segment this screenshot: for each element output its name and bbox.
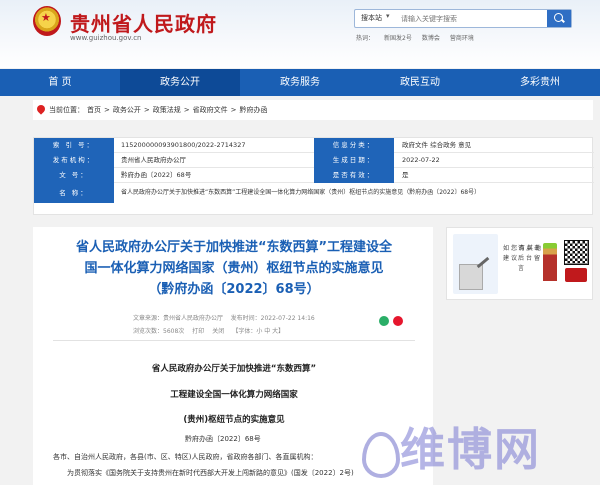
nav-item-gov-affairs[interactable]: 政务公开: [120, 69, 240, 96]
info-row: 发布机构： 贵州省人民政府办公厅 生成日期： 2022-07-22: [34, 153, 594, 168]
breadcrumb: 当前位置： 首页 > 政务公开 > 政策法规 > 省政府文件 > 黔府办函: [33, 100, 593, 120]
doc-number: 黔府办函〔2022〕68号: [185, 435, 261, 443]
category-value: 政府文件 综合政务 意见: [402, 141, 472, 149]
body-paragraph: 各市、自治州人民政府，各县(市、区、特区)人民政府，省政府各部门、各直属机构：: [53, 453, 318, 461]
hot-link[interactable]: 新国发2号: [384, 33, 412, 42]
article-meta-tools: 浏览次数：5608次 打印 关闭 【字体：小 中 大】: [133, 326, 284, 335]
article-title-line: 省人民政府办公厅关于加快推进“东数西算”工程建设全: [75, 240, 393, 255]
info-row: 索 引 号： 115200000093901800/2022-2714327 信…: [34, 138, 594, 153]
wechat-share-icon[interactable]: [379, 316, 389, 326]
info-row: 名 称： 省人民政府办公厅关于加快推进“东数西算”工程建设全国一体化算力网络国家…: [34, 183, 594, 203]
breadcrumb-separator: >: [183, 106, 190, 114]
body-title-line: 工程建设全国一体化算力网络国家: [170, 390, 298, 400]
body-title-line: 省人民政府办公厅关于加快推进“东数西算”: [151, 364, 317, 374]
breadcrumb-item-gov-affairs[interactable]: 政务公开: [113, 105, 141, 115]
docno-label: 文 号：: [34, 168, 114, 183]
hot-link[interactable]: 营商环境: [450, 33, 474, 42]
document-info-table: 索 引 号： 115200000093901800/2022-2714327 信…: [33, 137, 594, 215]
breadcrumb-separator: >: [143, 106, 150, 114]
location-pin-icon: [35, 103, 47, 115]
national-emblem-icon: [33, 6, 61, 36]
breadcrumb-label: 当前位置：: [49, 106, 84, 114]
nav-item-gov-services[interactable]: 政务服务: [240, 69, 360, 96]
name-value: 省人民政府办公厅关于加快推进“东数西算”工程建设全国一体化算力网络国家（贵州）枢…: [121, 189, 481, 196]
breadcrumb-separator: >: [104, 106, 110, 114]
site-title[interactable]: 贵州省人民政府: [70, 8, 217, 37]
category-label: 信息分类：: [314, 138, 394, 153]
info-row: 文 号： 黔府办函〔2022〕68号 是否有效： 是: [34, 168, 594, 183]
print-link[interactable]: 打印: [192, 326, 204, 335]
search-scope-select[interactable]: 搜本站: [361, 13, 382, 23]
article-title-line: 国一体化算力网络国家（贵州）枢纽节点的实施意见: [84, 261, 384, 276]
nav-item-home[interactable]: 首 页: [0, 69, 120, 96]
gov-logo-icon: [565, 268, 587, 282]
search-button[interactable]: [547, 10, 571, 27]
view-count: 浏览次数：5608次: [133, 328, 185, 335]
article-meta: 文章来源：贵州省人民政府办公厅 发布时间：2022-07-22 14:16: [133, 313, 315, 322]
body-paragraph: 为贯彻落实《国务院关于支持贵州在新时代西部大开发上闯新路的意见》(国发〔2022…: [67, 469, 354, 477]
hot-links-label: 热词：: [356, 35, 375, 42]
search-input[interactable]: [401, 12, 531, 26]
pavilion-illustration-icon: [543, 243, 557, 281]
date-label: 生成日期：: [314, 153, 394, 168]
feedback-text-right: 请点击后台留言: [518, 245, 543, 272]
feedback-illustration-icon: [453, 234, 498, 294]
divider: [53, 340, 415, 341]
qr-code-pattern: [564, 240, 589, 265]
chevron-down-icon[interactable]: ▾: [386, 12, 390, 20]
font-size-control[interactable]: 【字体：小 中 大】: [232, 326, 284, 335]
breadcrumb-item-qianfubanhan[interactable]: 黔府办函: [240, 105, 268, 115]
agency-label: 发布机构：: [34, 153, 114, 168]
article-publish-time: 发布时间：2022-07-22 14:16: [230, 315, 315, 322]
breadcrumb-item-policies[interactable]: 政策法规: [153, 105, 181, 115]
search-box: 搜本站 ▾: [354, 9, 572, 28]
breadcrumb-separator: >: [230, 106, 237, 114]
article-title: 省人民政府办公厅关于加快推进“东数西算”工程建设全 国一体化算力网络国家（贵州）…: [53, 237, 415, 300]
close-link[interactable]: 关闭: [212, 326, 224, 335]
weibo-share-icon[interactable]: [393, 316, 403, 326]
site-header: 贵州省人民政府 www.guizhou.gov.cn 搜本站 ▾ 热词： 新国发…: [0, 0, 600, 68]
article-title-line: （黔府办函〔2022〕68号）: [148, 282, 320, 297]
valid-value: 是: [402, 171, 409, 179]
hot-links: 热词： 新国发2号 数博会 营商环境: [356, 33, 474, 42]
main-nav: 首 页 政务公开 政务服务 政民互动 多彩贵州: [0, 69, 600, 96]
docno-value: 黔府办函〔2022〕68号: [121, 171, 192, 179]
site-url: www.guizhou.gov.cn: [70, 34, 142, 42]
nav-item-colorful-guizhou[interactable]: 多彩贵州: [480, 69, 600, 96]
feedback-banner[interactable]: 如您有其他建议 请点击后台留言: [446, 227, 593, 300]
article-source: 文章来源：贵州省人民政府办公厅: [133, 315, 224, 322]
date-value: 2022-07-22: [402, 156, 440, 164]
index-value: 115200000093901800/2022-2714327: [121, 141, 246, 149]
breadcrumb-item-provincial-docs[interactable]: 省政府文件: [193, 105, 228, 115]
watermark-logo-icon: [356, 428, 400, 478]
breadcrumb-item-home[interactable]: 首页: [87, 105, 101, 115]
index-label: 索 引 号：: [34, 138, 114, 153]
hot-link[interactable]: 数博会: [422, 33, 440, 42]
body-title-line: (贵州)枢纽节点的实施意见: [183, 415, 285, 425]
valid-label: 是否有效：: [314, 168, 394, 183]
name-label: 名 称：: [34, 183, 114, 203]
nav-item-interaction[interactable]: 政民互动: [360, 69, 480, 96]
watermark-text: 维博网: [400, 423, 542, 476]
qr-code-icon[interactable]: [564, 240, 589, 285]
agency-value: 贵州省人民政府办公厅: [121, 156, 186, 164]
